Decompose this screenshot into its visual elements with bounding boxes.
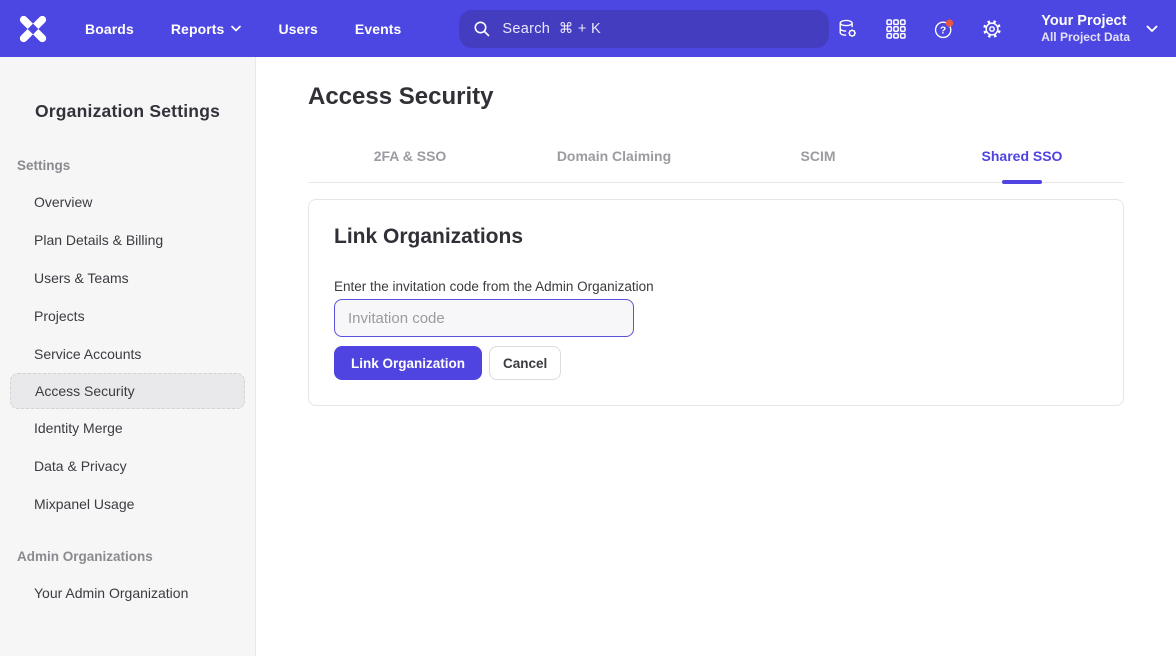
nav-item-reports[interactable]: Reports <box>171 21 242 37</box>
sidebar-section-settings: Settings <box>17 158 255 173</box>
project-switcher[interactable]: Your Project All Project Data <box>1041 12 1158 45</box>
sidebar-section-admin-organizations: Admin Organizations <box>17 549 255 564</box>
sidebar-item-service-accounts[interactable]: Service Accounts <box>0 335 255 373</box>
sidebar-item-projects[interactable]: Projects <box>0 297 255 335</box>
tab-scim[interactable]: SCIM <box>716 139 920 182</box>
nav-item-users[interactable]: Users <box>278 21 317 37</box>
project-text: Your Project All Project Data <box>1041 12 1130 45</box>
settings-gear-icon[interactable] <box>981 18 1003 40</box>
search-input[interactable] <box>502 21 815 37</box>
card-button-row: Link Organization Cancel <box>334 346 1098 380</box>
sidebar-item-access-security[interactable]: Access Security <box>10 373 245 409</box>
main-content: Access Security 2FA & SSO Domain Claimin… <box>256 57 1176 656</box>
search-icon <box>473 20 491 38</box>
help-icon[interactable]: ? <box>933 18 955 40</box>
access-security-tabs: 2FA & SSO Domain Claiming SCIM Shared SS… <box>308 139 1124 183</box>
chevron-down-icon <box>231 25 241 32</box>
sidebar-item-plan-details-billing[interactable]: Plan Details & Billing <box>0 221 255 259</box>
tab-2fa-sso[interactable]: 2FA & SSO <box>308 139 512 182</box>
sidebar-item-data-privacy[interactable]: Data & Privacy <box>0 447 255 485</box>
nav-right-controls: ? Your Project All Project Data <box>837 12 1158 45</box>
card-title: Link Organizations <box>334 225 1098 249</box>
notification-dot <box>946 19 953 26</box>
nav-item-reports-label: Reports <box>171 21 225 37</box>
sidebar-title: Organization Settings <box>0 57 255 122</box>
sidebar-item-users-teams[interactable]: Users & Teams <box>0 259 255 297</box>
nav-item-events[interactable]: Events <box>355 21 402 37</box>
org-settings-sidebar: Organization Settings Settings Overview … <box>0 57 256 656</box>
invitation-code-input[interactable] <box>334 299 634 337</box>
top-navigation-bar: Boards Reports Users Events <box>0 0 1176 57</box>
link-organization-button[interactable]: Link Organization <box>334 346 482 380</box>
chevron-down-icon <box>1146 25 1158 33</box>
nav-item-boards[interactable]: Boards <box>85 21 134 37</box>
global-search[interactable] <box>459 10 829 48</box>
project-name: Your Project <box>1041 12 1130 30</box>
sidebar-item-overview[interactable]: Overview <box>0 183 255 221</box>
invitation-code-label: Enter the invitation code from the Admin… <box>334 279 1098 294</box>
nav-item-events-label: Events <box>355 21 402 37</box>
sidebar-item-mixpanel-usage[interactable]: Mixpanel Usage <box>0 485 255 523</box>
sidebar-item-your-admin-organization[interactable]: Your Admin Organization <box>0 574 255 612</box>
question-mark-glyph: ? <box>940 25 946 36</box>
tab-shared-sso[interactable]: Shared SSO <box>920 139 1124 182</box>
data-management-icon[interactable] <box>837 18 859 40</box>
nav-item-boards-label: Boards <box>85 21 134 37</box>
tab-domain-claiming[interactable]: Domain Claiming <box>512 139 716 182</box>
project-subtitle: All Project Data <box>1041 30 1130 45</box>
apps-grid-icon[interactable] <box>885 18 907 40</box>
cancel-button[interactable]: Cancel <box>489 346 561 380</box>
sidebar-item-identity-merge[interactable]: Identity Merge <box>0 409 255 447</box>
page-title: Access Security <box>308 83 1124 111</box>
nav-links: Boards Reports Users Events <box>85 21 401 37</box>
link-organizations-card: Link Organizations Enter the invitation … <box>308 199 1124 406</box>
mixpanel-logo-icon[interactable] <box>16 12 50 46</box>
nav-item-users-label: Users <box>278 21 317 37</box>
